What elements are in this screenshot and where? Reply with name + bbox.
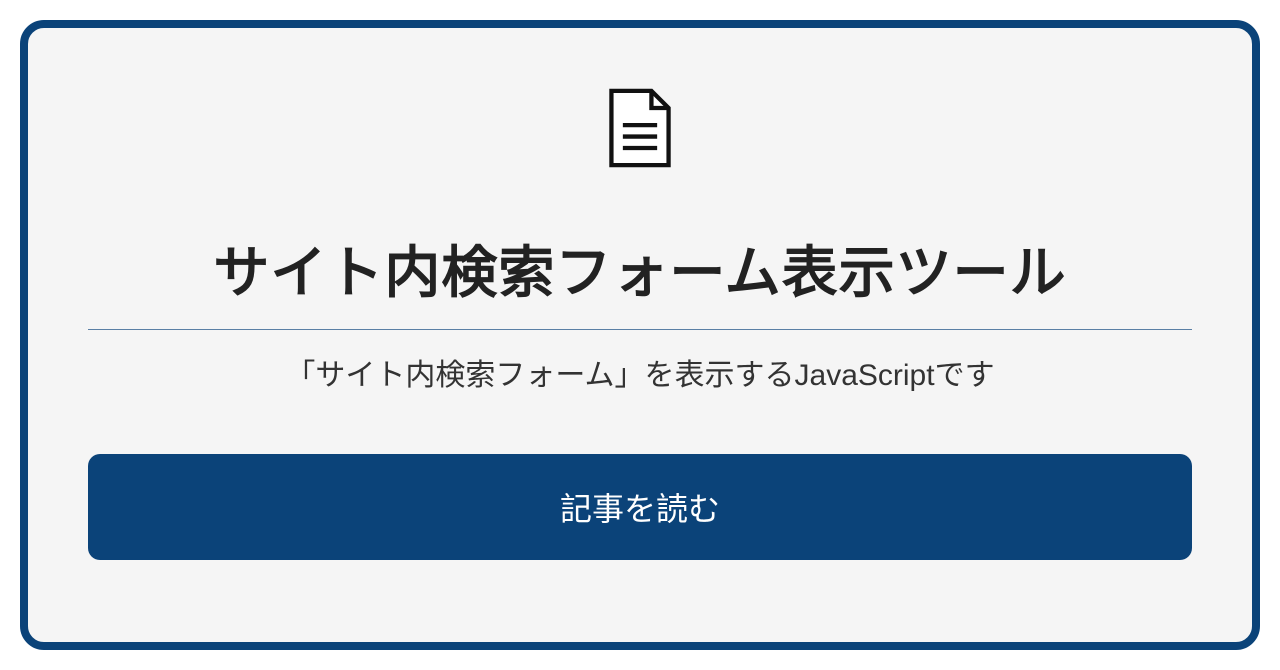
page-subtitle: 「サイト内検索フォーム」を表示するJavaScriptです: [285, 350, 994, 394]
main-card: サイト内検索フォーム表示ツール 「サイト内検索フォーム」を表示するJavaScr…: [20, 20, 1260, 650]
document-icon: [605, 88, 675, 168]
page-title: サイト内検索フォーム表示ツール: [88, 228, 1192, 330]
read-article-button[interactable]: 記事を読む: [88, 454, 1192, 560]
